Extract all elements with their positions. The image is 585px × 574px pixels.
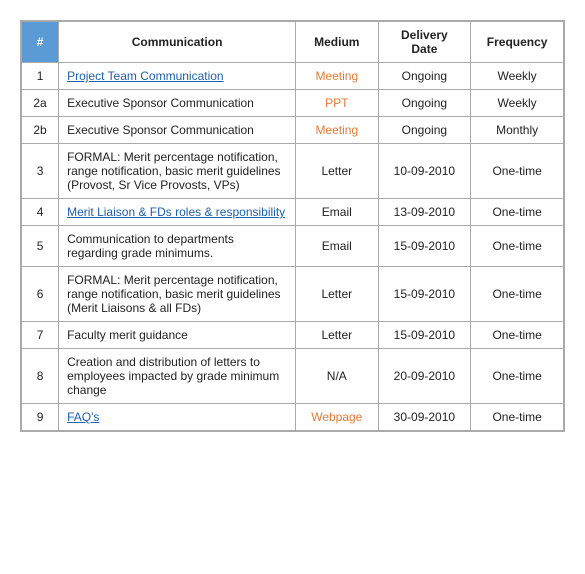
table-row: 5Communication to departments regarding … [22,226,564,267]
cell-medium: Letter [296,144,378,199]
cell-medium: Webpage [296,404,378,431]
cell-date: Ongoing [378,63,471,90]
communication-table: # Communication Medium Delivery Date Fre… [20,20,565,432]
table-row: 4Merit Liaison & FDs roles & responsibil… [22,199,564,226]
cell-comm: FORMAL: Merit percentage notification, r… [59,144,296,199]
cell-date: 30-09-2010 [378,404,471,431]
cell-date: 20-09-2010 [378,349,471,404]
table-row: 8Creation and distribution of letters to… [22,349,564,404]
col-header-date: Delivery Date [378,22,471,63]
cell-date: 15-09-2010 [378,226,471,267]
cell-freq: One-time [471,226,564,267]
cell-medium: Email [296,226,378,267]
cell-num: 2b [22,117,59,144]
col-header-num: # [22,22,59,63]
cell-freq: Monthly [471,117,564,144]
cell-medium: Meeting [296,117,378,144]
cell-date: Ongoing [378,90,471,117]
cell-num: 5 [22,226,59,267]
table-row: 6FORMAL: Merit percentage notification, … [22,267,564,322]
cell-medium: Email [296,199,378,226]
cell-comm[interactable]: Project Team Communication [59,63,296,90]
col-header-comm: Communication [59,22,296,63]
cell-num: 4 [22,199,59,226]
cell-num: 2a [22,90,59,117]
cell-comm[interactable]: Merit Liaison & FDs roles & responsibili… [59,199,296,226]
cell-medium: Meeting [296,63,378,90]
cell-date: 10-09-2010 [378,144,471,199]
cell-comm: Communication to departments regarding g… [59,226,296,267]
cell-freq: One-time [471,144,564,199]
table-row: 3FORMAL: Merit percentage notification, … [22,144,564,199]
cell-date: Ongoing [378,117,471,144]
cell-date: 15-09-2010 [378,322,471,349]
cell-freq: One-time [471,267,564,322]
cell-medium: PPT [296,90,378,117]
table-row: 7Faculty merit guidanceLetter15-09-2010O… [22,322,564,349]
cell-freq: Weekly [471,90,564,117]
cell-comm: FORMAL: Merit percentage notification, r… [59,267,296,322]
cell-comm: Faculty merit guidance [59,322,296,349]
cell-date: 13-09-2010 [378,199,471,226]
cell-freq: One-time [471,322,564,349]
table-row: 2bExecutive Sponsor CommunicationMeeting… [22,117,564,144]
cell-comm[interactable]: FAQ's [59,404,296,431]
cell-comm: Executive Sponsor Communication [59,117,296,144]
cell-num: 7 [22,322,59,349]
cell-medium: N/A [296,349,378,404]
cell-num: 8 [22,349,59,404]
header-row: # Communication Medium Delivery Date Fre… [22,22,564,63]
cell-num: 1 [22,63,59,90]
cell-num: 9 [22,404,59,431]
col-header-freq: Frequency [471,22,564,63]
cell-freq: Weekly [471,63,564,90]
cell-freq: One-time [471,349,564,404]
cell-date: 15-09-2010 [378,267,471,322]
cell-comm: Creation and distribution of letters to … [59,349,296,404]
cell-medium: Letter [296,322,378,349]
cell-freq: One-time [471,404,564,431]
table-row: 2aExecutive Sponsor CommunicationPPTOngo… [22,90,564,117]
cell-num: 3 [22,144,59,199]
cell-num: 6 [22,267,59,322]
cell-freq: One-time [471,199,564,226]
col-header-medium: Medium [296,22,378,63]
table-row: 9FAQ'sWebpage30-09-2010One-time [22,404,564,431]
cell-comm: Executive Sponsor Communication [59,90,296,117]
table-row: 1Project Team CommunicationMeetingOngoin… [22,63,564,90]
cell-medium: Letter [296,267,378,322]
